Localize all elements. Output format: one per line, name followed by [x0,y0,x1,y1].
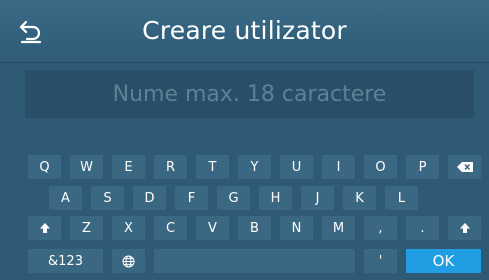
key-q[interactable]: Q [28,155,61,179]
backspace-icon [456,162,473,172]
ok-button[interactable]: OK [406,249,481,273]
key-b[interactable]: B [238,216,271,240]
key-apostrophe[interactable]: ' [364,249,397,273]
key-a[interactable]: A [49,186,82,210]
key-e[interactable]: E [112,155,145,179]
space-key[interactable] [154,249,355,273]
key-n[interactable]: N [280,216,313,240]
shift-icon [459,223,470,233]
key-m[interactable]: M [322,216,355,240]
key-z[interactable]: Z [70,216,103,240]
key-u[interactable]: U [280,155,313,179]
key-i[interactable]: I [322,155,355,179]
key-f[interactable]: F [175,186,208,210]
key-k[interactable]: K [343,186,376,210]
globe-icon [122,255,135,268]
key-p[interactable]: P [406,155,439,179]
key-l[interactable]: L [385,186,418,210]
key-period[interactable]: . [406,216,439,240]
language-key[interactable] [112,249,145,273]
key-d[interactable]: D [133,186,166,210]
username-input[interactable] [25,70,474,118]
shift-left-key[interactable] [28,216,61,240]
key-v[interactable]: V [196,216,229,240]
key-h[interactable]: H [259,186,292,210]
key-j[interactable]: J [301,186,334,210]
page-title: Creare utilizator [142,16,347,45]
key-w[interactable]: W [70,155,103,179]
backspace-key[interactable] [448,155,481,179]
key-o[interactable]: O [364,155,397,179]
key-comma[interactable]: , [364,216,397,240]
key-x[interactable]: X [112,216,145,240]
key-y[interactable]: Y [238,155,271,179]
key-r[interactable]: R [154,155,187,179]
shift-icon [39,223,50,233]
key-s[interactable]: S [91,186,124,210]
key-t[interactable]: T [196,155,229,179]
header-bar: Creare utilizator [0,0,489,63]
key-g[interactable]: G [217,186,250,210]
symbols-key[interactable]: &123 [28,249,103,273]
key-c[interactable]: C [154,216,187,240]
shift-right-key[interactable] [448,216,481,240]
